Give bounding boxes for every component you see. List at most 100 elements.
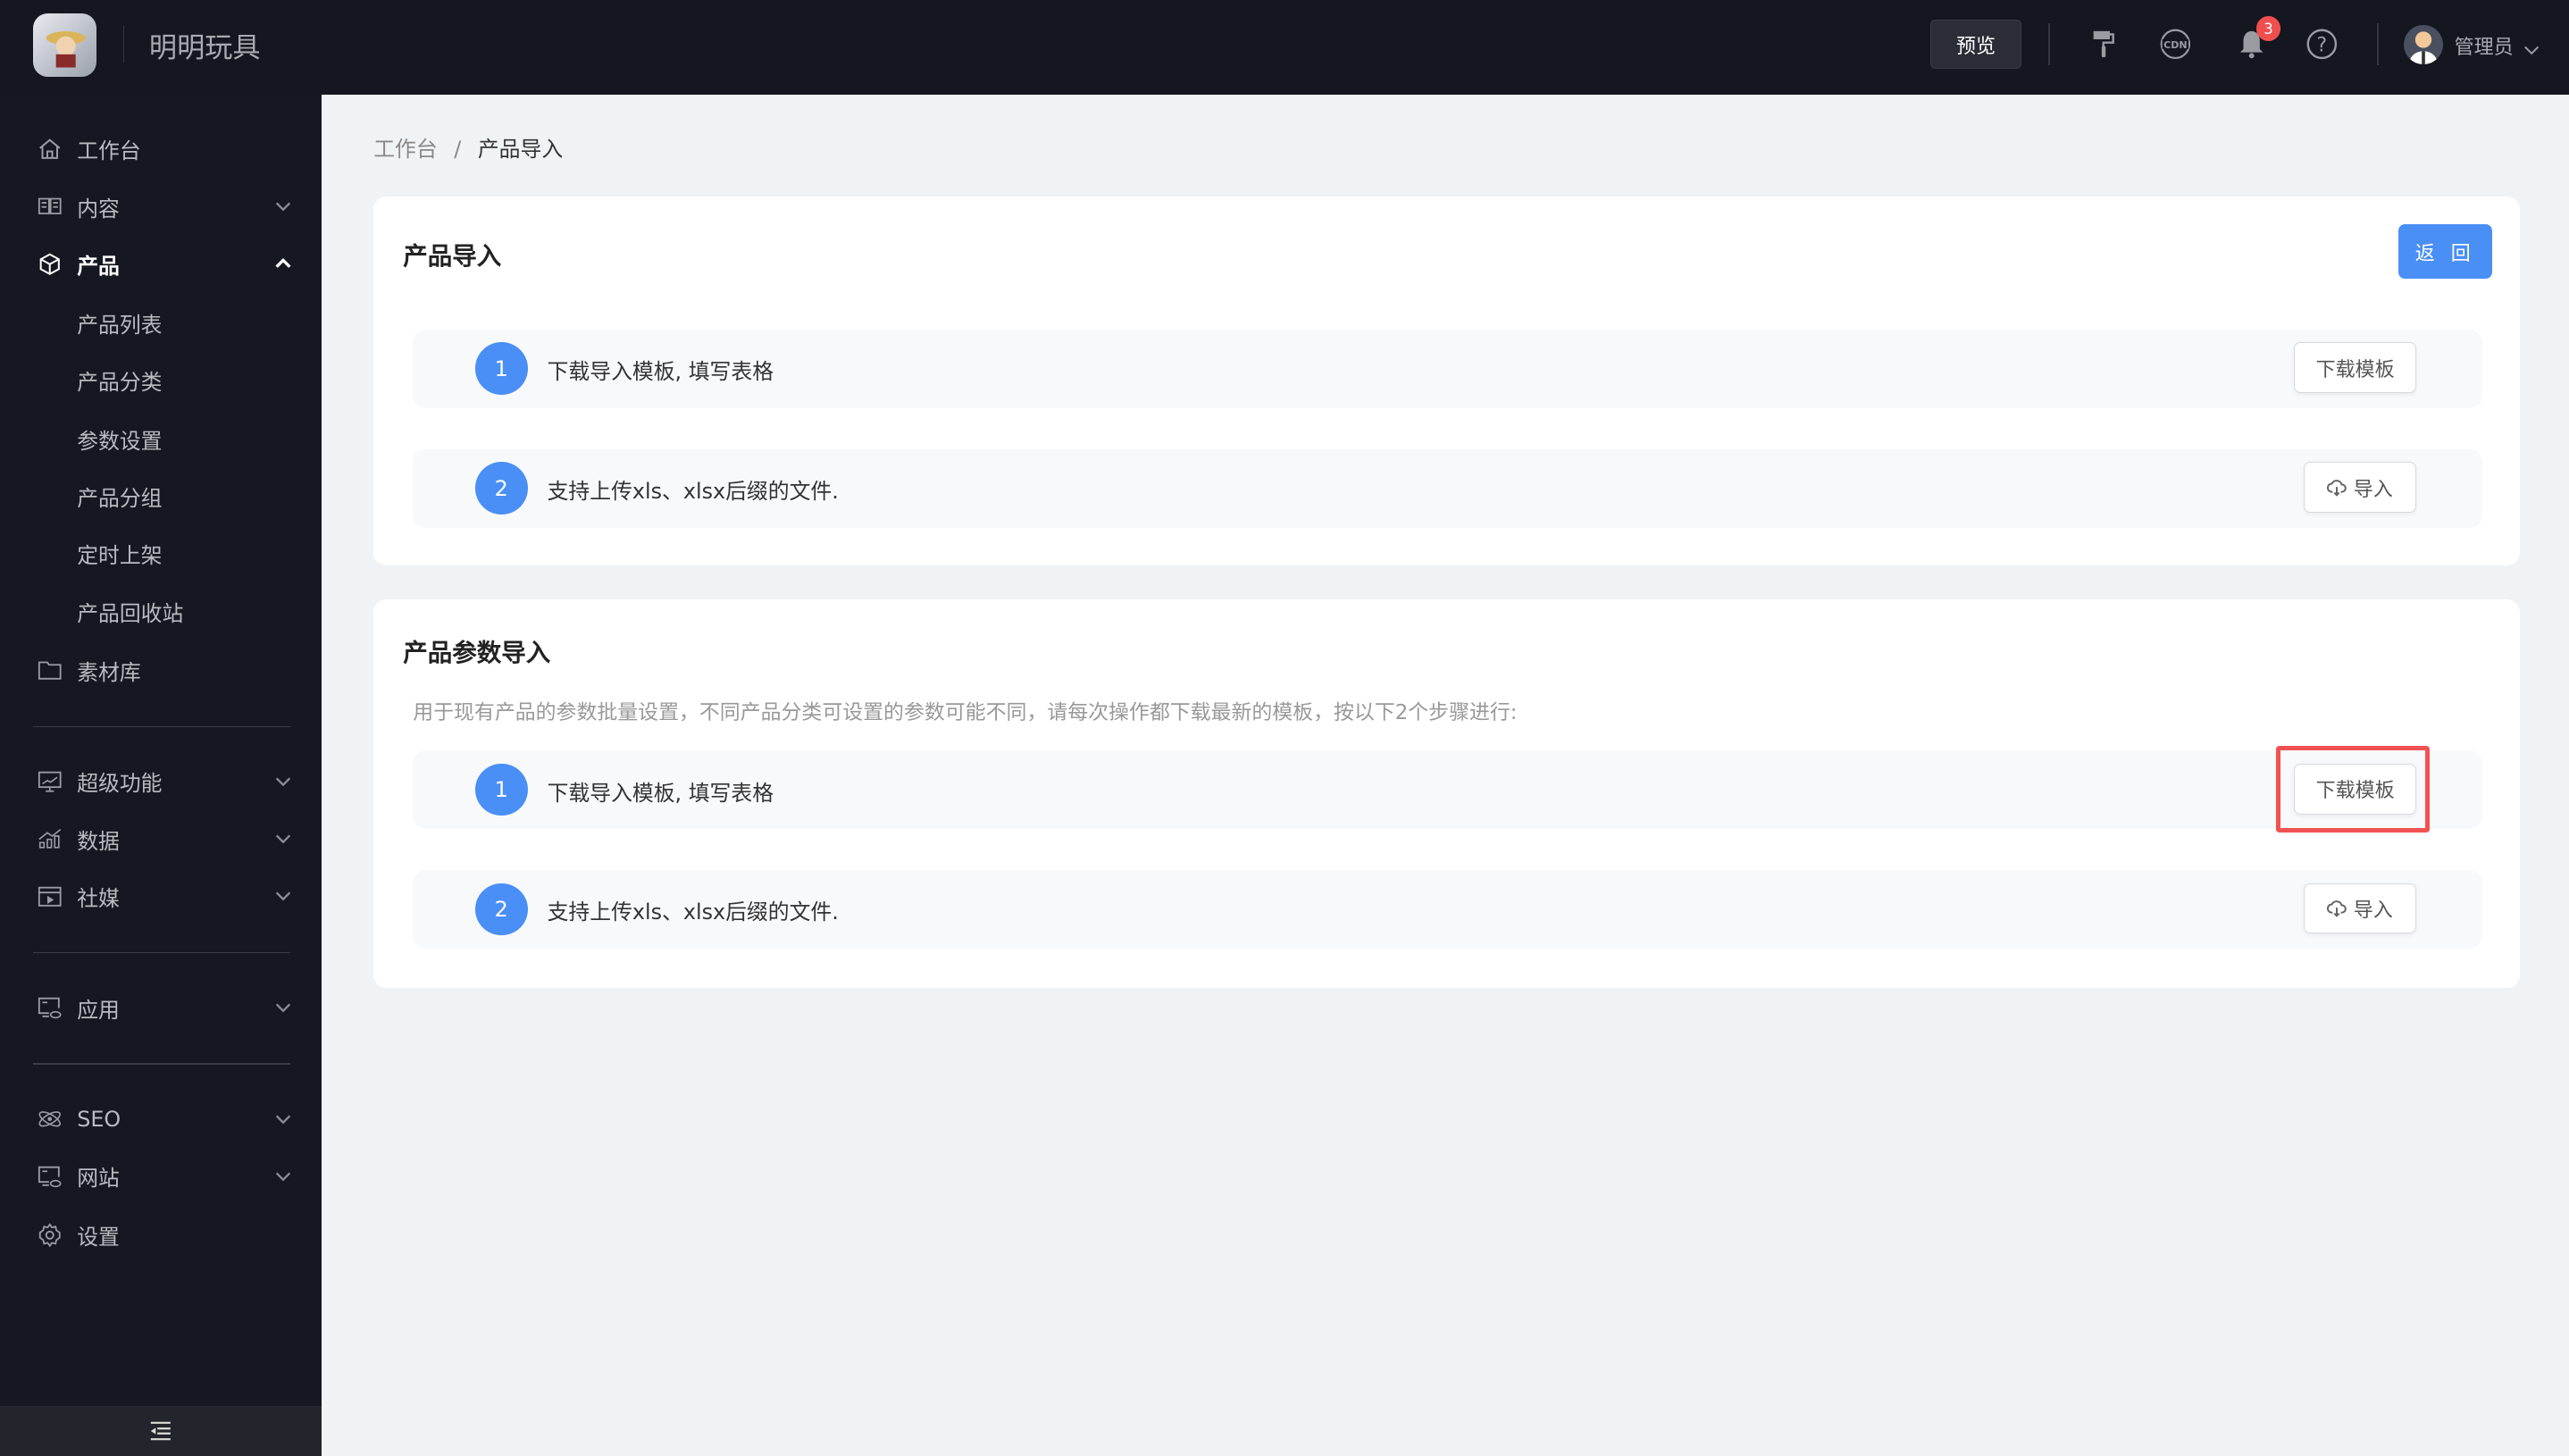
button-label: 导入 <box>2353 478 2393 501</box>
sidebar-item[interactable]: 社媒 <box>0 868 322 924</box>
sidebar-item[interactable]: 应用 <box>0 980 322 1035</box>
step-number: 2 <box>474 883 528 936</box>
sidebar-divider <box>32 725 290 728</box>
breadcrumb-home[interactable]: 工作台 <box>373 137 437 162</box>
breadcrumb-current: 产品导入 <box>477 136 564 162</box>
cloud-upload-icon <box>2327 900 2347 917</box>
avatar[interactable] <box>2403 24 2443 64</box>
collapse-sidebar-button[interactable] <box>0 1405 322 1456</box>
import-step-row: 2 支持上传xls、xlsx后缀的文件. 导入 <box>413 448 2482 528</box>
divider <box>2047 22 2050 66</box>
home-icon <box>38 137 63 162</box>
breadcrumb: 工作台 / 产品导入 <box>373 131 563 163</box>
sidebar-divider <box>32 951 290 954</box>
atom-icon <box>38 1107 63 1132</box>
help-icon[interactable]: ? <box>2304 26 2339 62</box>
sidebar-item[interactable]: 产品分类 <box>0 352 322 407</box>
sidebar-item[interactable]: 内容 <box>0 179 322 234</box>
sidebar-item[interactable]: 设置 <box>0 1208 322 1263</box>
gear-icon <box>38 1223 63 1248</box>
card-title: 产品导入 <box>403 242 502 272</box>
app-screen-icon <box>38 995 63 1020</box>
chevron-down-icon[interactable] <box>273 197 293 216</box>
chevron-down-icon[interactable] <box>273 1109 293 1129</box>
step-number: 2 <box>474 462 528 515</box>
back-button[interactable]: 返 回 <box>2398 224 2492 279</box>
top-header: 明明玩具 预览 CDN 3 ? 管理员 <box>0 0 2569 96</box>
chevron-down-icon[interactable] <box>273 1167 293 1186</box>
chevron-down-icon[interactable] <box>273 886 293 906</box>
sidebar-item[interactable]: 产品回收站 <box>0 583 322 639</box>
sidebar-item-label: 设置 <box>77 1225 120 1251</box>
folder-icon <box>38 657 63 682</box>
paint-roller-icon[interactable] <box>2086 26 2121 62</box>
chevron-down-icon[interactable] <box>273 772 293 791</box>
step-text: 支持上传xls、xlsx后缀的文件. <box>547 900 839 925</box>
highlight-box <box>2275 745 2431 833</box>
import-button[interactable]: 导入 <box>2303 462 2417 514</box>
step-number: 1 <box>474 342 528 396</box>
card-description: 用于现有产品的参数批量设置，不同产品分类可设置的参数可能不同，请每次操作都下载最… <box>413 700 1518 724</box>
step-text: 支持上传xls、xlsx后缀的文件. <box>547 479 839 505</box>
sidebar-item[interactable]: 产品分组 <box>0 469 322 524</box>
chevron-up-icon[interactable] <box>273 254 293 273</box>
sidebar-item-label: 产品分类 <box>77 370 163 396</box>
sidebar-item-label: 网站 <box>77 1166 120 1192</box>
brand-name: 明明玩具 <box>148 31 261 64</box>
chevron-down-icon[interactable] <box>2523 35 2540 55</box>
sidebar-item-label: 产品回收站 <box>77 600 184 626</box>
import-button[interactable]: 导入 <box>2303 883 2417 934</box>
sidebar-item-label: 产品 <box>77 253 120 279</box>
download-template-button[interactable]: 下载模板 <box>2293 342 2417 394</box>
svg-text:?: ? <box>2316 35 2327 57</box>
button-label: 下载模板 <box>2315 358 2395 381</box>
notification-badge: 3 <box>2255 16 2281 41</box>
preview-button[interactable]: 预览 <box>1929 20 2022 70</box>
sidebar-item-label: 工作台 <box>77 138 141 164</box>
svg-text:CDN: CDN <box>2164 39 2188 51</box>
step-text: 下载导入模板, 填写表格 <box>547 359 774 385</box>
chevron-down-icon[interactable] <box>273 829 293 849</box>
sidebar-item-label: 产品列表 <box>77 312 163 338</box>
sidebar-item-label: 社媒 <box>77 885 120 911</box>
sidebar-item[interactable]: 工作台 <box>0 121 322 177</box>
collapse-icon <box>150 1421 171 1441</box>
step-text: 下载导入模板, 填写表格 <box>547 780 774 806</box>
chevron-down-icon[interactable] <box>273 998 293 1017</box>
website-icon <box>38 1164 63 1189</box>
sidebar-item[interactable]: 网站 <box>0 1149 322 1204</box>
sidebar-item-label: 定时上架 <box>77 543 163 569</box>
import-step-row: 1 下载导入模板, 填写表格 下载模板 <box>413 329 2482 408</box>
sidebar-item[interactable]: 超级功能 <box>0 754 322 809</box>
box-icon <box>38 252 63 277</box>
book-icon <box>38 194 63 219</box>
button-label: 导入 <box>2353 900 2393 923</box>
step-number: 1 <box>474 763 528 816</box>
sidebar-item-label: 数据 <box>77 828 120 854</box>
user-name[interactable]: 管理员 <box>2455 31 2514 60</box>
sidebar-item[interactable]: 素材库 <box>0 642 322 698</box>
sidebar-item-label: 参数设置 <box>77 429 163 455</box>
divider <box>122 26 125 63</box>
sidebar-item-label: 素材库 <box>77 659 141 685</box>
sidebar-item[interactable]: 数据 <box>0 811 322 866</box>
monitor-chart-icon <box>38 769 63 794</box>
video-icon <box>38 884 63 909</box>
breadcrumb-separator: / <box>454 136 462 162</box>
sidebar-item[interactable]: 定时上架 <box>0 526 322 582</box>
sidebar-item-label: 超级功能 <box>77 771 163 797</box>
sidebar-item[interactable]: 产品列表 <box>0 295 322 350</box>
cdn-globe-icon[interactable]: CDN <box>2158 26 2194 62</box>
sidebar-item-label: 产品分组 <box>77 486 163 512</box>
sidebar-divider <box>32 1063 290 1066</box>
sidebar-item-label: 应用 <box>77 997 120 1023</box>
sidebar-item-label: 内容 <box>77 196 120 222</box>
import-step-row: 2 支持上传xls、xlsx后缀的文件. 导入 <box>413 869 2482 949</box>
import-step-row: 1 下载导入模板, 填写表格 下载模板 <box>413 750 2482 830</box>
divider <box>2377 22 2380 66</box>
sidebar-item[interactable]: 产品 <box>0 236 322 291</box>
card-title: 产品参数导入 <box>403 639 551 667</box>
sidebar-item[interactable]: 参数设置 <box>0 411 322 466</box>
sidebar-item[interactable]: SEO <box>0 1092 322 1147</box>
brand-logo[interactable] <box>32 13 97 78</box>
